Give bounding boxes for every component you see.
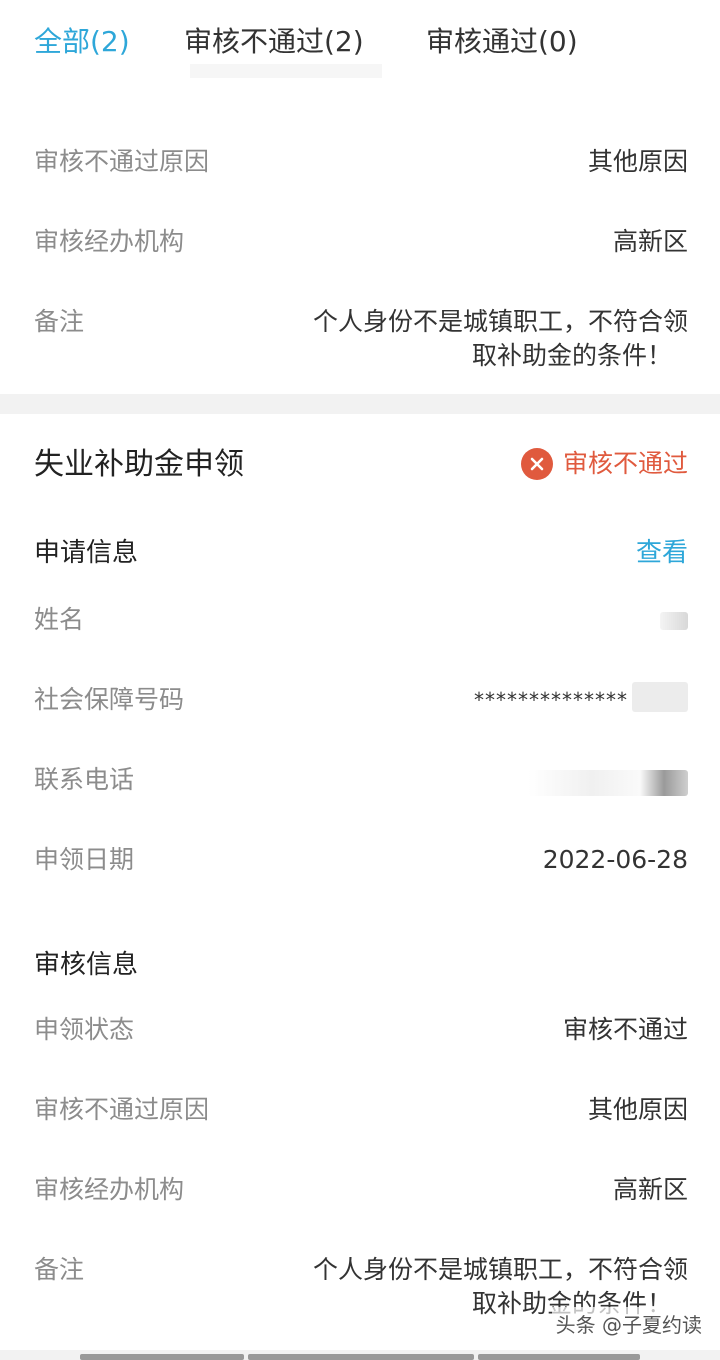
agency-value: 高新区 [612, 227, 688, 256]
tab-rejected[interactable]: 审核不通过(2) [184, 22, 364, 62]
status-text: 审核不通过 [562, 449, 688, 478]
review-info-title: 审核信息 [34, 950, 139, 980]
remark-line: 个人身份不是城镇职工，不符合领 [312, 1255, 688, 1284]
filter-tabs: 全部(2) 审核不通过(2) 审核通过(0) [0, 0, 720, 92]
name-value-redacted [660, 612, 688, 630]
record-card: 失业补助金申领 审核不通过 申请信息 查看 姓名 社会保障号码 ********… [0, 414, 720, 1350]
tab-underline-shadow [190, 64, 382, 78]
remark-line: 取补助金的条件！ [471, 341, 672, 370]
reject-reason-label: 审核不通过原因 [34, 147, 210, 176]
apply-date-value: 2022-06-28 [542, 845, 688, 874]
tab-approved[interactable]: 审核通过(0) [426, 22, 578, 62]
apply-status-value: 审核不通过 [562, 1015, 688, 1044]
name-label: 姓名 [34, 605, 85, 634]
reject-reason-label: 审核不通过原因 [34, 1095, 210, 1124]
reject-reason-value: 其他原因 [587, 1095, 688, 1124]
agency-label: 审核经办机构 [34, 227, 185, 256]
phone-label: 联系电话 [34, 765, 135, 794]
application-title: 失业补助金申领 [34, 447, 244, 482]
remark-label: 备注 [34, 307, 85, 336]
record-card-previous: 审核不通过原因 其他原因 审核经办机构 高新区 备注 个人身份不是城镇职工，不符… [0, 74, 720, 394]
watermark: 头条 @子夏约读 [551, 1307, 706, 1340]
close-circle-icon [520, 448, 553, 480]
status-badge: 审核不通过 [520, 446, 688, 482]
remark-value: 个人身份不是城镇职工，不符合领 取补助金的条件！ [268, 305, 688, 373]
apply-info-title: 申请信息 [34, 538, 139, 568]
remark-line: 个人身份不是城镇职工，不符合领 [312, 307, 688, 336]
view-button[interactable]: 查看 [636, 534, 688, 572]
remark-label: 备注 [34, 1255, 85, 1284]
phone-value-redacted [528, 770, 688, 796]
agency-value: 高新区 [612, 1175, 688, 1204]
ssn-label: 社会保障号码 [34, 685, 185, 714]
tab-all[interactable]: 全部(2) [34, 22, 130, 62]
ssn-redaction [632, 682, 688, 712]
apply-status-label: 申领状态 [34, 1015, 135, 1044]
bottom-bar [0, 1350, 720, 1360]
reject-reason-value: 其他原因 [587, 147, 688, 176]
agency-label: 审核经办机构 [34, 1175, 185, 1204]
ssn-value: ************** [474, 688, 628, 712]
apply-date-label: 申领日期 [34, 845, 135, 874]
